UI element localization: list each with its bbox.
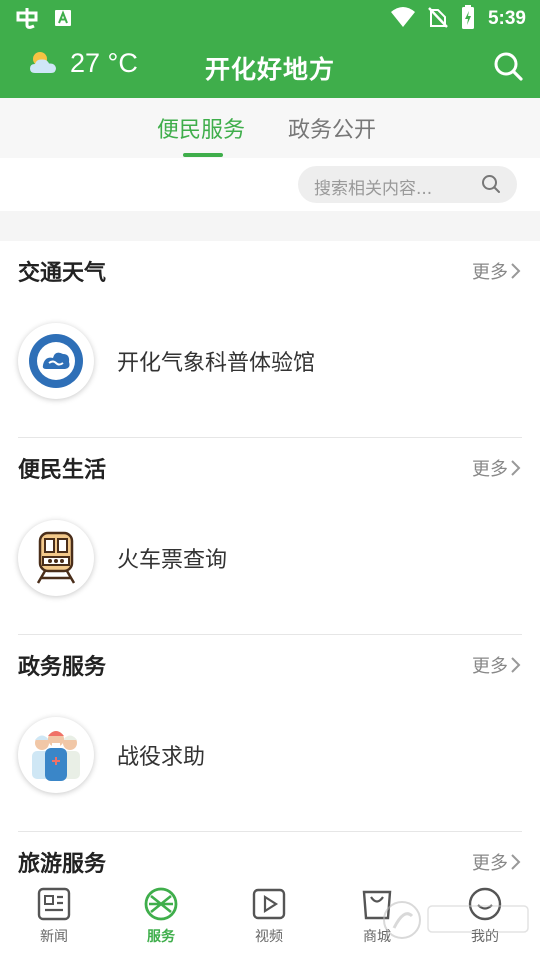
service-item-label: 火车票查询 [117,548,228,573]
nav-label: 新闻 [40,929,68,945]
section-title: 政务服务 [18,655,107,680]
service-item[interactable]: 开化气象科普体验馆 [18,323,315,399]
app-notification-icon [14,5,40,35]
tab-convenience-services[interactable]: 便民服务 [157,112,245,144]
more-link[interactable]: 更多 [472,849,522,875]
chevron-right-icon [511,263,521,279]
no-sim-icon [428,6,448,32]
chevron-right-icon [511,460,521,476]
more-label: 更多 [472,656,508,677]
wifi-icon [390,6,416,32]
more-link[interactable]: 更多 [472,652,522,678]
search-placeholder: 搜索相关内容... [314,179,433,199]
nav-shop[interactable]: 商城 [337,886,417,946]
more-label: 更多 [472,459,508,480]
section-convenient-life: 便民生活 更多 火车票查询 [0,438,540,635]
bottom-navigation: 新闻 服务 视频 商城 我的 [0,876,540,960]
chevron-right-icon [511,657,521,673]
battery-charging-icon [460,4,476,34]
nav-services[interactable]: 服务 [121,886,201,946]
train-icon [18,520,94,596]
status-bar: 5:39 [0,0,540,36]
tab-government-affairs[interactable]: 政务公开 [288,112,376,144]
section-spacer [0,211,540,241]
section-government-services: 政务服务 更多 战役求助 [0,635,540,832]
service-item[interactable]: 战役求助 [18,717,205,793]
service-icon [144,887,178,921]
more-link[interactable]: 更多 [472,258,522,284]
more-link[interactable]: 更多 [472,455,522,481]
service-item[interactable]: 火车票查询 [18,520,227,596]
news-icon [37,887,71,921]
profile-icon [468,887,502,921]
video-icon [252,888,286,920]
nav-news[interactable]: 新闻 [14,886,94,946]
search-input[interactable]: 搜索相关内容... [298,166,517,203]
search-row: 搜索相关内容... [0,158,540,211]
nav-label: 我的 [471,929,499,945]
nav-label: 服务 [147,929,175,945]
nav-label: 视频 [255,929,283,945]
tab-bar: 便民服务 政务公开 [0,98,540,158]
weather-museum-logo [18,323,94,399]
app-header: 27 °C 开化好地方 [0,36,540,98]
medical-workers-icon [18,717,94,793]
section-traffic-weather: 交通天气 更多 开化气象科普体验馆 [0,241,540,438]
chevron-right-icon [511,854,521,870]
service-item-label: 战役求助 [117,745,206,770]
more-label: 更多 [472,262,508,283]
service-item-label: 开化气象科普体验馆 [117,351,316,376]
section-title: 交通天气 [18,261,107,286]
more-label: 更多 [472,853,508,874]
search-icon [494,52,523,81]
app-title: 开化好地方 [204,55,335,84]
active-tab-indicator [183,153,223,157]
section-title: 便民生活 [18,458,107,483]
section-title: 旅游服务 [18,852,107,877]
section-tourism-services: 旅游服务 更多 [0,832,540,877]
text-input-icon [54,9,72,31]
nav-profile[interactable]: 我的 [445,886,525,946]
header-search-button[interactable] [492,50,524,82]
app-screen: 5:39 27 °C 开化好地方 便民服务 政务公开 搜索相关内容... 交通天… [0,0,540,960]
clock-time: 5:39 [487,8,526,29]
shop-icon [362,890,392,920]
nav-video[interactable]: 视频 [229,886,309,946]
nav-label: 商城 [363,929,391,945]
search-icon [481,174,501,198]
